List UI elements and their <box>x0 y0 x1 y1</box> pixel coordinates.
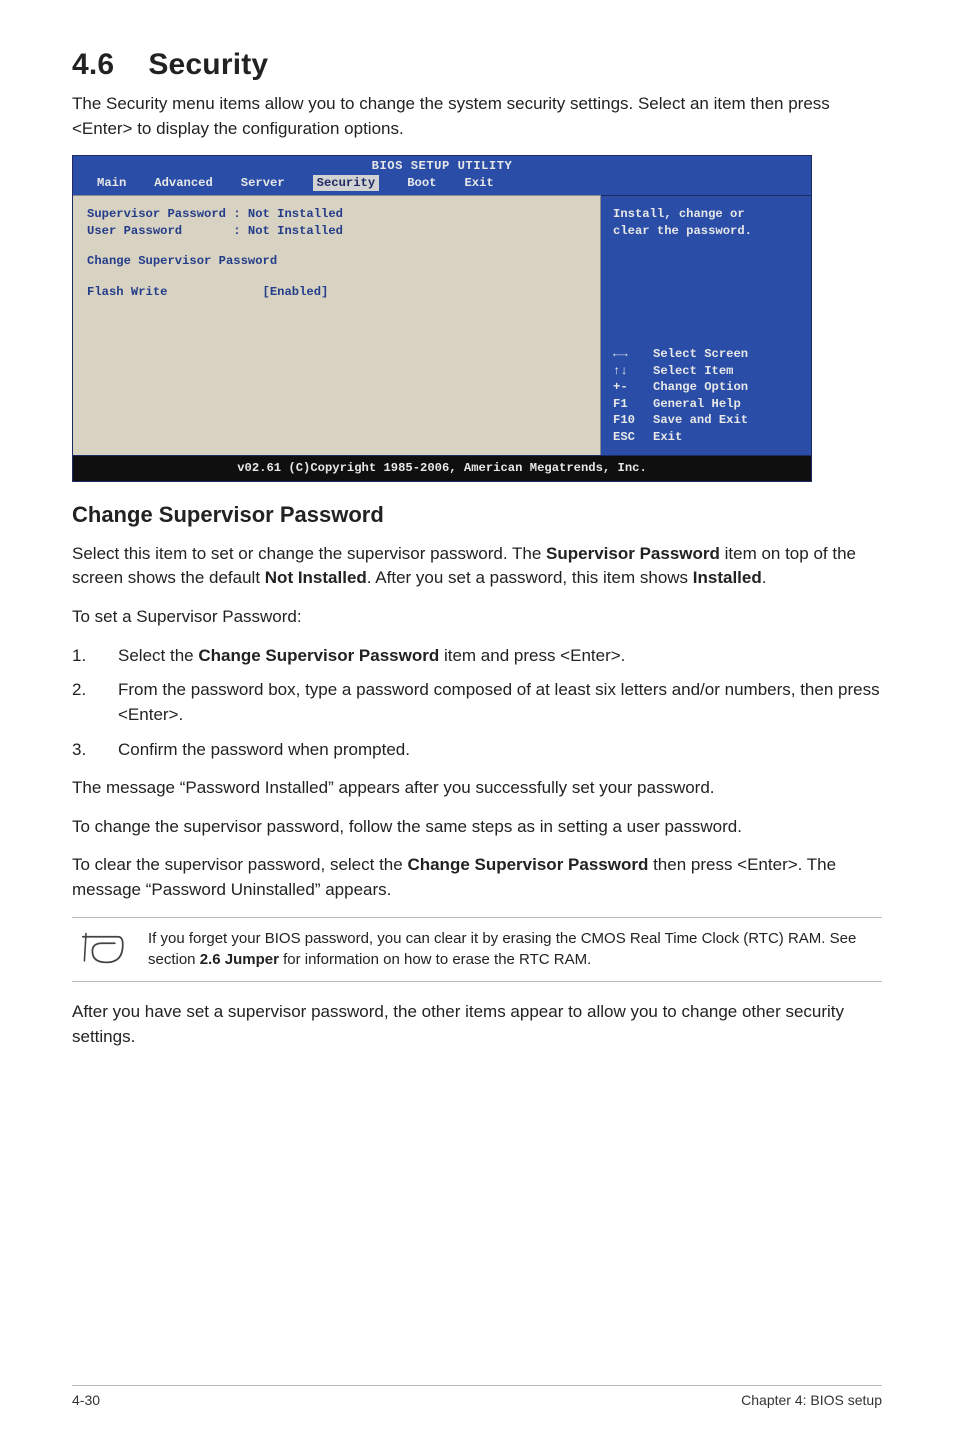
legend-change-option: Change Option <box>653 379 748 395</box>
tab-boot[interactable]: Boot <box>407 175 436 191</box>
paragraph-1: Select this item to set or change the su… <box>72 542 882 591</box>
legend-general-help: General Help <box>653 396 741 412</box>
bios-screenshot: BIOS SETUP UTILITY Main Advanced Server … <box>72 155 812 481</box>
key-esc: ESC <box>613 429 643 445</box>
key-left-right: ←→ <box>613 346 643 362</box>
spacer <box>87 239 586 253</box>
text: item and press <Enter>. <box>439 646 625 665</box>
step-3: 3.Confirm the password when prompted. <box>72 738 882 763</box>
note-block: If you forget your BIOS password, you ca… <box>72 917 882 983</box>
subheading-change-supervisor-password: Change Supervisor Password <box>72 502 882 528</box>
page-number: 4-30 <box>72 1392 100 1408</box>
paragraph-2: To set a Supervisor Password: <box>72 605 882 630</box>
note-icon-wrap <box>72 928 132 966</box>
note-text: If you forget your BIOS password, you ca… <box>148 928 882 972</box>
tab-main[interactable]: Main <box>97 175 126 191</box>
tab-server[interactable]: Server <box>241 175 285 191</box>
flash-write-row[interactable]: Flash Write [Enabled] <box>87 284 586 300</box>
legend-exit: Exit <box>653 429 682 445</box>
tab-advanced[interactable]: Advanced <box>154 175 213 191</box>
tab-exit[interactable]: Exit <box>464 175 493 191</box>
text: To clear the supervisor password, select… <box>72 855 407 874</box>
text-bold: Change Supervisor Password <box>198 646 439 665</box>
section-heading: 4.6 Security <box>72 48 882 82</box>
paragraph-6: After you have set a supervisor password… <box>72 1000 882 1049</box>
text-bold: Change Supervisor Password <box>407 855 648 874</box>
chapter-label: Chapter 4: BIOS setup <box>741 1392 882 1408</box>
text: for information on how to erase the RTC … <box>279 951 591 968</box>
bios-left-pane: Supervisor Password : Not Installed User… <box>73 195 601 455</box>
key-up-down: ↑↓ <box>613 363 643 379</box>
bios-title: BIOS SETUP UTILITY <box>73 156 811 174</box>
step-number: 3. <box>72 738 118 763</box>
text: Select the <box>118 646 198 665</box>
change-supervisor-password-item[interactable]: Change Supervisor Password <box>87 253 586 269</box>
flash-write-label: Flash Write <box>87 285 167 299</box>
step-text: Select the Change Supervisor Password it… <box>118 644 882 669</box>
section-title-text: Security <box>148 48 268 81</box>
paragraph-5: To clear the supervisor password, select… <box>72 853 882 902</box>
text-bold: Supervisor Password <box>546 544 720 563</box>
text-bold: Not Installed <box>265 568 367 587</box>
spacer <box>87 270 586 284</box>
text: . <box>762 568 767 587</box>
step-number: 1. <box>72 644 118 669</box>
help-line-1: Install, change or <box>613 206 799 222</box>
paragraph-4: To change the supervisor password, follo… <box>72 815 882 840</box>
bios-key-legend: ←→ Select Screen ↑↓ Select Item +- Change O… <box>613 346 799 445</box>
text: . After you set a password, this item sh… <box>367 568 693 587</box>
tab-security[interactable]: Security <box>313 175 380 191</box>
flash-write-value: [Enabled] <box>263 285 329 299</box>
step-text: From the password box, type a password c… <box>118 678 882 727</box>
bios-right-pane: Install, change or clear the password. ←… <box>601 195 811 455</box>
legend-select-item: Select Item <box>653 363 733 379</box>
legend-select-screen: Select Screen <box>653 346 748 362</box>
legend-save-exit: Save and Exit <box>653 412 748 428</box>
section-number: 4.6 <box>72 48 114 82</box>
page-footer: 4-30 Chapter 4: BIOS setup <box>72 1385 882 1408</box>
key-f10: F10 <box>613 412 643 428</box>
text-bold: 2.6 Jumper <box>200 951 279 968</box>
help-line-2: clear the password. <box>613 223 799 239</box>
text-bold: Installed <box>693 568 762 587</box>
intro-paragraph: The Security menu items allow you to cha… <box>72 92 882 141</box>
bios-context-help: Install, change or clear the password. <box>613 206 799 239</box>
key-f1: F1 <box>613 396 643 412</box>
user-password-row: User Password : Not Installed <box>87 223 586 239</box>
bios-body: Supervisor Password : Not Installed User… <box>73 195 811 455</box>
paperclip-note-icon <box>78 930 126 966</box>
steps-list: 1.Select the Change Supervisor Password … <box>72 644 882 763</box>
paragraph-3: The message “Password Installed” appears… <box>72 776 882 801</box>
step-2: 2.From the password box, type a password… <box>72 678 882 727</box>
step-1: 1.Select the Change Supervisor Password … <box>72 644 882 669</box>
bios-footer: v02.61 (C)Copyright 1985-2006, American … <box>73 455 811 480</box>
text: Select this item to set or change the su… <box>72 544 546 563</box>
key-plus-minus: +- <box>613 379 643 395</box>
supervisor-password-row: Supervisor Password : Not Installed <box>87 206 586 222</box>
bios-tab-bar: Main Advanced Server Security Boot Exit <box>73 175 811 195</box>
step-number: 2. <box>72 678 118 727</box>
step-text: Confirm the password when prompted. <box>118 738 882 763</box>
